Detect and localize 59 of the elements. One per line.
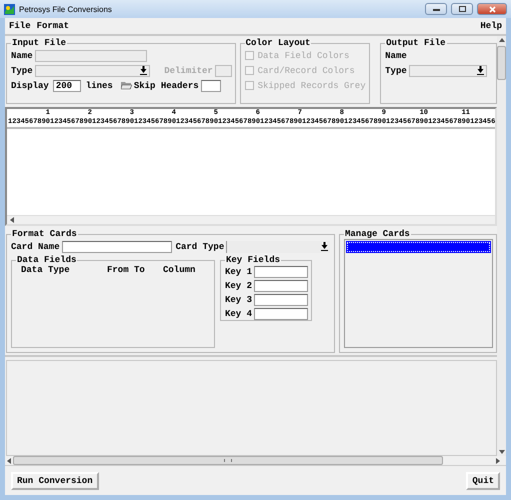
field-label: Name (385, 50, 407, 60)
scroll-arrow-icon[interactable] (7, 458, 11, 464)
field-label: lines (86, 80, 113, 90)
field-label: Card Name (11, 242, 60, 252)
column-header: Column (163, 265, 196, 275)
group-title: Data Fields (16, 255, 78, 265)
card-list-item[interactable] (346, 241, 491, 253)
dropdown-arrow-icon (140, 66, 148, 75)
menu-item[interactable]: Format (34, 21, 72, 31)
minimize-icon (432, 8, 440, 10)
group-title: Color Layout (244, 38, 312, 48)
field-label: Type (11, 66, 33, 76)
key-field[interactable] (254, 266, 308, 278)
column-header: Data Type (21, 265, 71, 275)
field-label: Type (385, 66, 407, 76)
delimiter-field[interactable] (214, 64, 232, 76)
app-icon (4, 4, 15, 14)
field-label: Key 3 (225, 295, 252, 305)
scroll-arrow-icon[interactable] (10, 217, 14, 223)
group-title: Input File (11, 38, 68, 48)
key-field[interactable] (254, 294, 308, 306)
skip-headers-field[interactable] (200, 80, 221, 92)
action-button[interactable]: Run Conversion (11, 472, 99, 490)
column-header: From To (107, 265, 146, 275)
menu-item[interactable]: File (7, 21, 33, 31)
close-icon (488, 6, 496, 12)
field-label: Key 1 (225, 267, 252, 277)
minimize-button[interactable] (425, 3, 447, 15)
maximize-icon (458, 6, 466, 12)
field-label: Key 2 (225, 281, 252, 291)
card-name-field[interactable] (62, 240, 172, 252)
type-dropdown[interactable] (408, 64, 487, 76)
field-label: Skip Headers (134, 80, 199, 90)
group-title: Manage Cards (344, 229, 411, 239)
horizontal-scrollbar[interactable] (7, 215, 495, 224)
folder-icon[interactable] (120, 81, 132, 90)
menu-item[interactable]: Help (478, 21, 504, 31)
field-label: Name (11, 50, 33, 60)
action-button[interactable]: Quit (466, 472, 500, 490)
field-label: Delimiter (164, 66, 213, 76)
key-field[interactable] (254, 280, 308, 292)
scroll-arrow-icon[interactable] (498, 38, 504, 42)
vertical-scrollbar[interactable] (497, 36, 506, 456)
scrollbar-thumb[interactable] (497, 46, 506, 80)
key-field[interactable] (254, 308, 308, 320)
close-button[interactable] (477, 3, 507, 15)
group-title: Output File (385, 38, 447, 48)
field-label: Key 4 (225, 309, 252, 319)
card-type-dropdown[interactable] (226, 240, 330, 252)
group-title: Key Fields (225, 255, 282, 265)
dropdown-arrow-icon (476, 66, 484, 75)
field-label: Display (11, 80, 49, 90)
name-field[interactable] (34, 50, 147, 62)
field-label: Card Type (176, 242, 224, 252)
window-title: Petrosys File Conversions (19, 4, 113, 14)
maximize-button[interactable] (451, 3, 473, 15)
display-lines-field[interactable]: 200 (52, 80, 81, 92)
group-title: Format Cards (11, 229, 78, 239)
dropdown-arrow-icon (321, 242, 328, 251)
